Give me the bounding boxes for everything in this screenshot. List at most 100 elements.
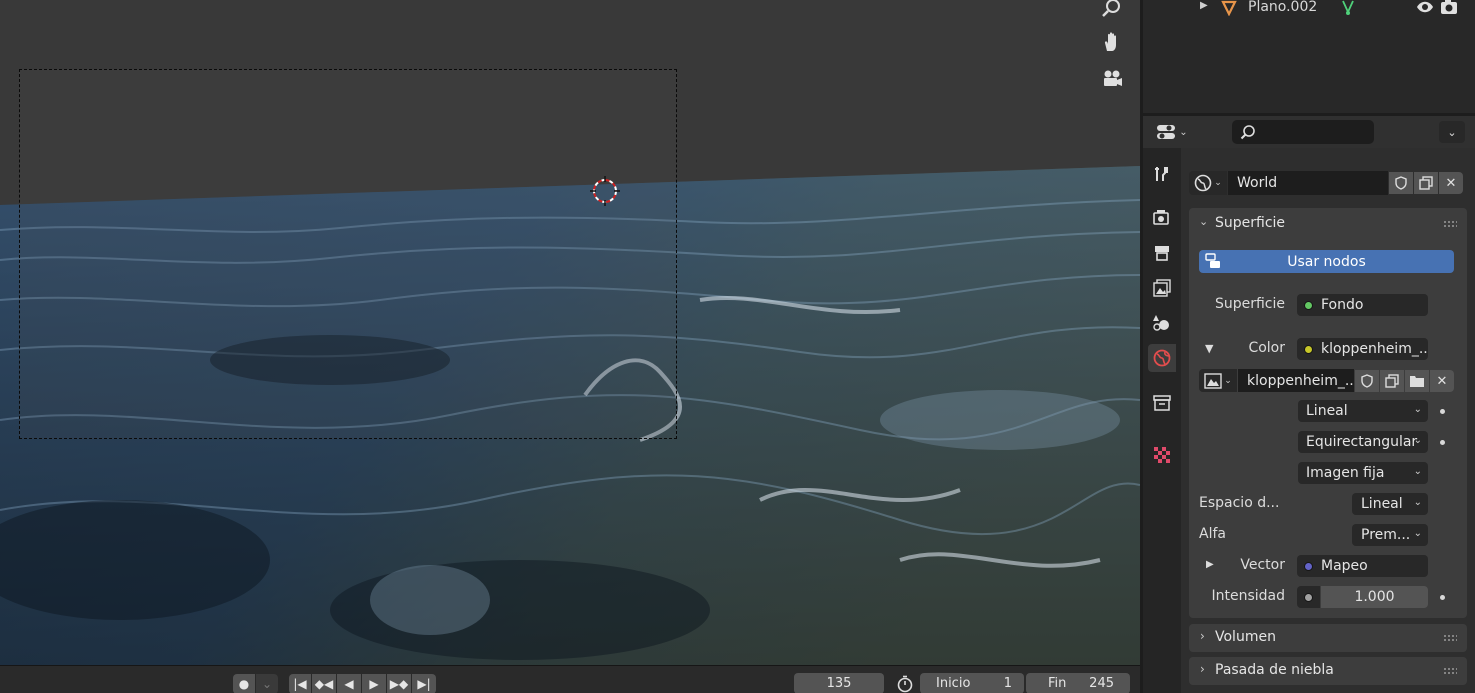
surface-shader-field[interactable]: Fondo — [1297, 294, 1428, 316]
interpolation-value: Lineal — [1306, 403, 1348, 419]
editor-type-button[interactable]: ⌄ — [1153, 121, 1191, 143]
texture-tab-icon[interactable] — [1148, 441, 1176, 469]
alpha-dropdown[interactable]: Prem... ⌄ — [1352, 524, 1428, 546]
image-fake-user-shield-icon[interactable] — [1355, 370, 1379, 392]
world-datablock-selector: ⌄ World ✕ — [1189, 171, 1463, 195]
socket-green-icon — [1304, 300, 1313, 310]
color-input-field[interactable]: kloppenheim_... — [1297, 338, 1428, 360]
jump-end-button[interactable]: ▶| — [412, 674, 436, 693]
mist-pass-panel[interactable]: › Pasada de niebla — [1189, 657, 1467, 685]
expand-arrow-icon[interactable]: › — [1200, 629, 1205, 643]
colorspace-value: Lineal — [1361, 496, 1403, 512]
visibility-eye-icon[interactable] — [1416, 0, 1434, 14]
extension-dropdown[interactable]: Imagen fija ⌄ — [1298, 462, 1428, 484]
world-icon — [1194, 174, 1212, 192]
mesh-data-icon[interactable] — [1340, 0, 1356, 16]
panel-grip-icon[interactable] — [1443, 220, 1457, 228]
surface-label: Superficie — [1214, 296, 1285, 312]
surface-panel-title[interactable]: Superficie — [1215, 215, 1285, 231]
outliner-row[interactable]: ▶ Plano.002 — [1143, 0, 1475, 18]
3d-cursor-icon[interactable] — [590, 176, 620, 206]
frame-end-value: 245 — [1089, 676, 1114, 691]
use-nodes-label: Usar nodos — [1287, 253, 1366, 270]
volume-panel-title: Volumen — [1215, 629, 1276, 645]
keyframe-dot-icon[interactable] — [1440, 409, 1445, 414]
strength-number-field[interactable]: 1.000 — [1321, 586, 1428, 608]
properties-tab-bar — [1143, 148, 1181, 693]
world-tab-icon[interactable] — [1148, 344, 1176, 372]
view-layer-tab-icon[interactable] — [1148, 274, 1176, 302]
frame-end-field[interactable]: Fin 245 — [1026, 673, 1130, 693]
expand-arrow-icon[interactable]: › — [1200, 662, 1205, 676]
extension-value: Imagen fija — [1306, 465, 1385, 481]
duplicate-icon[interactable] — [1414, 172, 1438, 194]
use-nodes-button[interactable]: Usar nodos — [1199, 250, 1454, 273]
keyframe-dot-icon[interactable] — [1440, 440, 1445, 445]
vector-value: Mapeo — [1321, 558, 1368, 574]
fake-user-shield-icon[interactable] — [1389, 172, 1413, 194]
outliner-object-name: Plano.002 — [1248, 0, 1318, 15]
keyframe-dot-icon[interactable] — [1440, 595, 1445, 600]
render-tab-icon[interactable] — [1148, 204, 1176, 232]
image-name: kloppenheim_... — [1247, 372, 1354, 389]
jump-start-button[interactable]: |◀ — [289, 674, 311, 693]
3d-viewport[interactable] — [0, 0, 1140, 665]
alpha-label: Alfa — [1199, 526, 1226, 542]
chevron-down-icon: ⌄ — [1214, 178, 1222, 188]
expand-arrow-icon[interactable]: ▶ — [1200, 0, 1208, 11]
record-keyframe-button[interactable]: ● — [233, 674, 255, 693]
keying-dropdown-button[interactable]: ⌄ — [256, 674, 278, 693]
options-dropdown-button[interactable]: ⌄ — [1439, 121, 1465, 143]
frame-start-label: Inicio — [936, 676, 971, 691]
vector-input-field[interactable]: Mapeo — [1297, 555, 1428, 577]
scene-tab-icon[interactable] — [1148, 309, 1176, 337]
projection-dropdown[interactable]: Equirectangular ⌄ — [1298, 431, 1428, 453]
chevron-down-icon: ⌄ — [1413, 528, 1422, 539]
stopwatch-icon[interactable] — [894, 673, 916, 693]
colorspace-dropdown[interactable]: Lineal ⌄ — [1352, 493, 1428, 515]
chevron-down-icon: ⌄ — [1413, 466, 1422, 477]
panel-grip-icon[interactable] — [1443, 634, 1457, 642]
camera-view-icon[interactable] — [1096, 63, 1128, 95]
properties-search-field[interactable] — [1232, 120, 1374, 144]
panel-grip-icon[interactable] — [1443, 667, 1457, 675]
current-frame-value: 135 — [826, 676, 852, 691]
image-browse-button[interactable]: ⌄ — [1199, 369, 1237, 392]
strength-label: Intensidad — [1211, 588, 1285, 604]
interpolation-dropdown[interactable]: Lineal ⌄ — [1298, 400, 1428, 422]
frame-start-field[interactable]: Inicio 1 — [920, 673, 1024, 693]
tool-tab-icon[interactable] — [1148, 160, 1176, 188]
image-unlink-close-icon[interactable]: ✕ — [1430, 370, 1454, 392]
socket-gray-icon — [1304, 592, 1313, 602]
search-icon — [1240, 125, 1255, 140]
current-frame-field[interactable]: 135 — [794, 673, 884, 693]
surface-value: Fondo — [1321, 297, 1364, 313]
chevron-down-icon: ⌄ — [1179, 126, 1188, 138]
collapse-arrow-icon[interactable]: ⌄ — [1199, 215, 1208, 228]
world-browse-button[interactable]: ⌄ — [1189, 171, 1227, 195]
prev-keyframe-button[interactable]: ◆◀ — [312, 674, 336, 693]
render-camera-icon[interactable] — [1440, 0, 1458, 15]
image-name-field[interactable]: kloppenheim_... — [1238, 369, 1354, 392]
outliner-panel: ▶ Plano.002 — [1143, 0, 1475, 113]
color-label: Color — [1248, 340, 1285, 356]
frame-start-value: 1 — [1003, 676, 1012, 691]
pan-hand-icon[interactable] — [1096, 26, 1128, 58]
node-tree-icon — [1205, 253, 1220, 268]
colorspace-label: Espacio d... — [1199, 495, 1280, 511]
properties-editor-icon — [1157, 125, 1176, 139]
next-keyframe-button[interactable]: ▶◆ — [387, 674, 411, 693]
image-duplicate-icon[interactable] — [1380, 370, 1404, 392]
collection-tab-icon[interactable] — [1148, 389, 1176, 417]
open-folder-icon[interactable] — [1405, 370, 1429, 392]
strength-socket-button[interactable] — [1297, 586, 1320, 608]
color-value: kloppenheim_... — [1321, 341, 1428, 357]
unlink-close-icon[interactable]: ✕ — [1439, 172, 1463, 194]
output-tab-icon[interactable] — [1148, 239, 1176, 267]
chevron-down-icon: ⌄ — [1413, 404, 1422, 415]
volume-panel[interactable]: › Volumen — [1189, 624, 1467, 652]
world-name-field[interactable]: World — [1228, 171, 1388, 195]
play-button[interactable]: ▶ — [362, 674, 386, 693]
search-input[interactable] — [1260, 122, 1368, 142]
play-reverse-button[interactable]: ◀ — [337, 674, 361, 693]
